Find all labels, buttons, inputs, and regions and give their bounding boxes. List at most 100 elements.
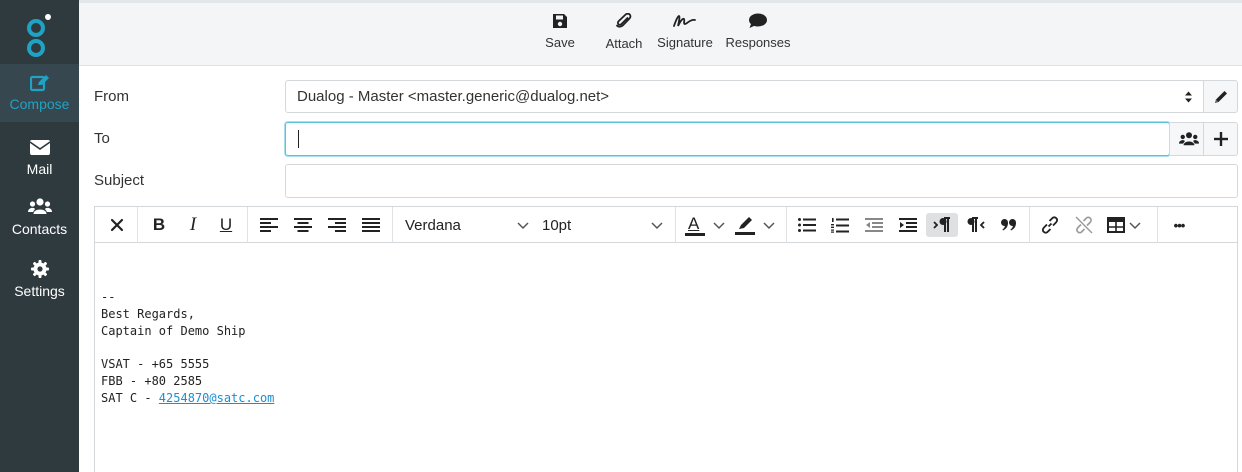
indent-button[interactable] bbox=[896, 213, 920, 237]
from-value: Dualog - Master <master.generic@dualog.n… bbox=[297, 88, 610, 105]
toolbar-divider bbox=[786, 207, 787, 243]
insert-table-button[interactable] bbox=[1107, 213, 1147, 237]
nav-compose[interactable]: Compose bbox=[0, 64, 79, 122]
speech-bubble-icon bbox=[749, 13, 767, 28]
body-line: VSAT - +65 5555 bbox=[101, 357, 210, 372]
updown-arrows-icon bbox=[1185, 91, 1192, 103]
font-size-select[interactable]: 10pt bbox=[542, 213, 663, 237]
toolbar-divider bbox=[392, 207, 393, 243]
paragraph-rtl-icon bbox=[967, 217, 985, 232]
quote-icon bbox=[1001, 219, 1016, 231]
rtl-direction-button[interactable] bbox=[964, 213, 988, 237]
outdent-button[interactable] bbox=[862, 213, 886, 237]
message-body[interactable]: -- Best Regards, Captain of Demo Ship VS… bbox=[101, 289, 274, 407]
more-options-button[interactable]: ••• bbox=[1167, 213, 1191, 237]
sidebar: Compose Mail Contacts Settings bbox=[0, 0, 79, 472]
italic-button[interactable]: I bbox=[181, 213, 205, 237]
underline-button[interactable]: U bbox=[214, 213, 238, 237]
editor-toolbar: B I U Verdana 10pt A ••• bbox=[95, 207, 1237, 243]
users-icon bbox=[1179, 132, 1199, 146]
email-link[interactable]: 4254870@satc.com bbox=[159, 391, 275, 405]
responses-label: Responses bbox=[725, 35, 791, 50]
edit-identity-button[interactable] bbox=[1203, 80, 1238, 113]
blockquote-button[interactable] bbox=[997, 213, 1021, 237]
attach-button[interactable]: Attach bbox=[601, 13, 647, 51]
compose-icon bbox=[0, 64, 79, 92]
add-recipient-button[interactable] bbox=[1203, 122, 1238, 156]
clear-formatting-button[interactable] bbox=[105, 213, 129, 237]
bullet-list-button[interactable] bbox=[795, 213, 819, 237]
text-color-glyph: A bbox=[688, 214, 700, 233]
paperclip-icon bbox=[616, 13, 632, 28]
toolbar-divider bbox=[137, 207, 138, 243]
numbered-list-icon bbox=[831, 217, 849, 233]
subject-input[interactable] bbox=[285, 164, 1238, 198]
attach-label: Attach bbox=[605, 36, 643, 51]
chevron-down-icon bbox=[651, 222, 663, 230]
bullet-list-icon bbox=[798, 218, 816, 232]
outdent-icon bbox=[865, 218, 883, 232]
indent-icon bbox=[899, 218, 917, 232]
close-icon bbox=[110, 218, 124, 232]
font-family-value: Verdana bbox=[405, 216, 461, 234]
nav-settings-label: Settings bbox=[14, 283, 65, 299]
nav-mail-label: Mail bbox=[26, 161, 53, 177]
bold-button[interactable]: B bbox=[147, 213, 171, 237]
align-right-button[interactable] bbox=[325, 213, 349, 237]
highlighter-icon bbox=[735, 217, 755, 235]
gear-icon bbox=[0, 254, 79, 278]
font-family-select[interactable]: Verdana bbox=[405, 213, 529, 237]
align-left-button[interactable] bbox=[257, 213, 281, 237]
nav-contacts-label: Contacts bbox=[11, 221, 68, 237]
add-contacts-button[interactable] bbox=[1169, 122, 1204, 156]
align-justify-icon bbox=[362, 218, 380, 232]
unlink-icon bbox=[1075, 216, 1093, 234]
from-select[interactable]: Dualog - Master <master.generic@dualog.n… bbox=[285, 80, 1204, 113]
subject-label: Subject bbox=[94, 172, 145, 189]
insert-link-button[interactable] bbox=[1038, 213, 1062, 237]
paragraph-ltr-icon bbox=[933, 217, 950, 232]
message-editor: B I U Verdana 10pt A ••• -- Best Regards… bbox=[94, 206, 1238, 472]
pencil-icon bbox=[1215, 91, 1227, 103]
toolbar-divider bbox=[675, 207, 676, 243]
plus-icon bbox=[1214, 132, 1228, 146]
chevron-down-icon bbox=[763, 222, 775, 230]
nav-mail[interactable]: Mail bbox=[0, 132, 79, 190]
app-window: Compose Mail Contacts Settings Save Atta… bbox=[0, 0, 1242, 472]
body-line: Captain of Demo Ship bbox=[101, 323, 246, 338]
remove-link-button[interactable] bbox=[1072, 213, 1096, 237]
numbered-list-button[interactable] bbox=[828, 213, 852, 237]
users-icon bbox=[0, 192, 79, 214]
link-icon bbox=[1041, 216, 1059, 234]
align-center-icon bbox=[294, 218, 312, 232]
toolbar-divider bbox=[247, 207, 248, 243]
save-button[interactable]: Save bbox=[543, 13, 577, 50]
to-label: To bbox=[94, 130, 110, 147]
to-input[interactable] bbox=[285, 122, 1170, 156]
align-left-icon bbox=[260, 218, 278, 232]
ltr-direction-button[interactable] bbox=[926, 213, 958, 237]
nav-settings[interactable]: Settings bbox=[0, 254, 79, 312]
align-right-icon bbox=[328, 218, 346, 232]
chevron-down-icon bbox=[1129, 222, 1141, 230]
body-line: Best Regards, bbox=[101, 306, 195, 321]
signature-button[interactable]: Signature bbox=[655, 13, 715, 50]
logo bbox=[22, 12, 54, 58]
responses-button[interactable]: Responses bbox=[723, 13, 793, 50]
highlight-color-button[interactable] bbox=[735, 213, 779, 237]
chevron-down-icon bbox=[517, 222, 529, 230]
envelope-icon bbox=[0, 132, 79, 155]
floppy-icon bbox=[553, 14, 567, 28]
save-label: Save bbox=[545, 35, 575, 50]
from-label: From bbox=[94, 88, 129, 105]
align-center-button[interactable] bbox=[291, 213, 315, 237]
body-line: FBB - +80 2585 bbox=[101, 373, 203, 388]
toolbar-divider bbox=[1157, 207, 1158, 243]
body-line: SAT C - bbox=[101, 390, 159, 405]
compose-toolbar: Save Attach Signature Responses bbox=[79, 0, 1242, 66]
table-icon bbox=[1107, 217, 1125, 233]
align-justify-button[interactable] bbox=[359, 213, 383, 237]
nav-contacts[interactable]: Contacts bbox=[0, 192, 79, 250]
font-size-value: 10pt bbox=[542, 216, 572, 234]
text-color-button[interactable]: A bbox=[685, 213, 729, 237]
